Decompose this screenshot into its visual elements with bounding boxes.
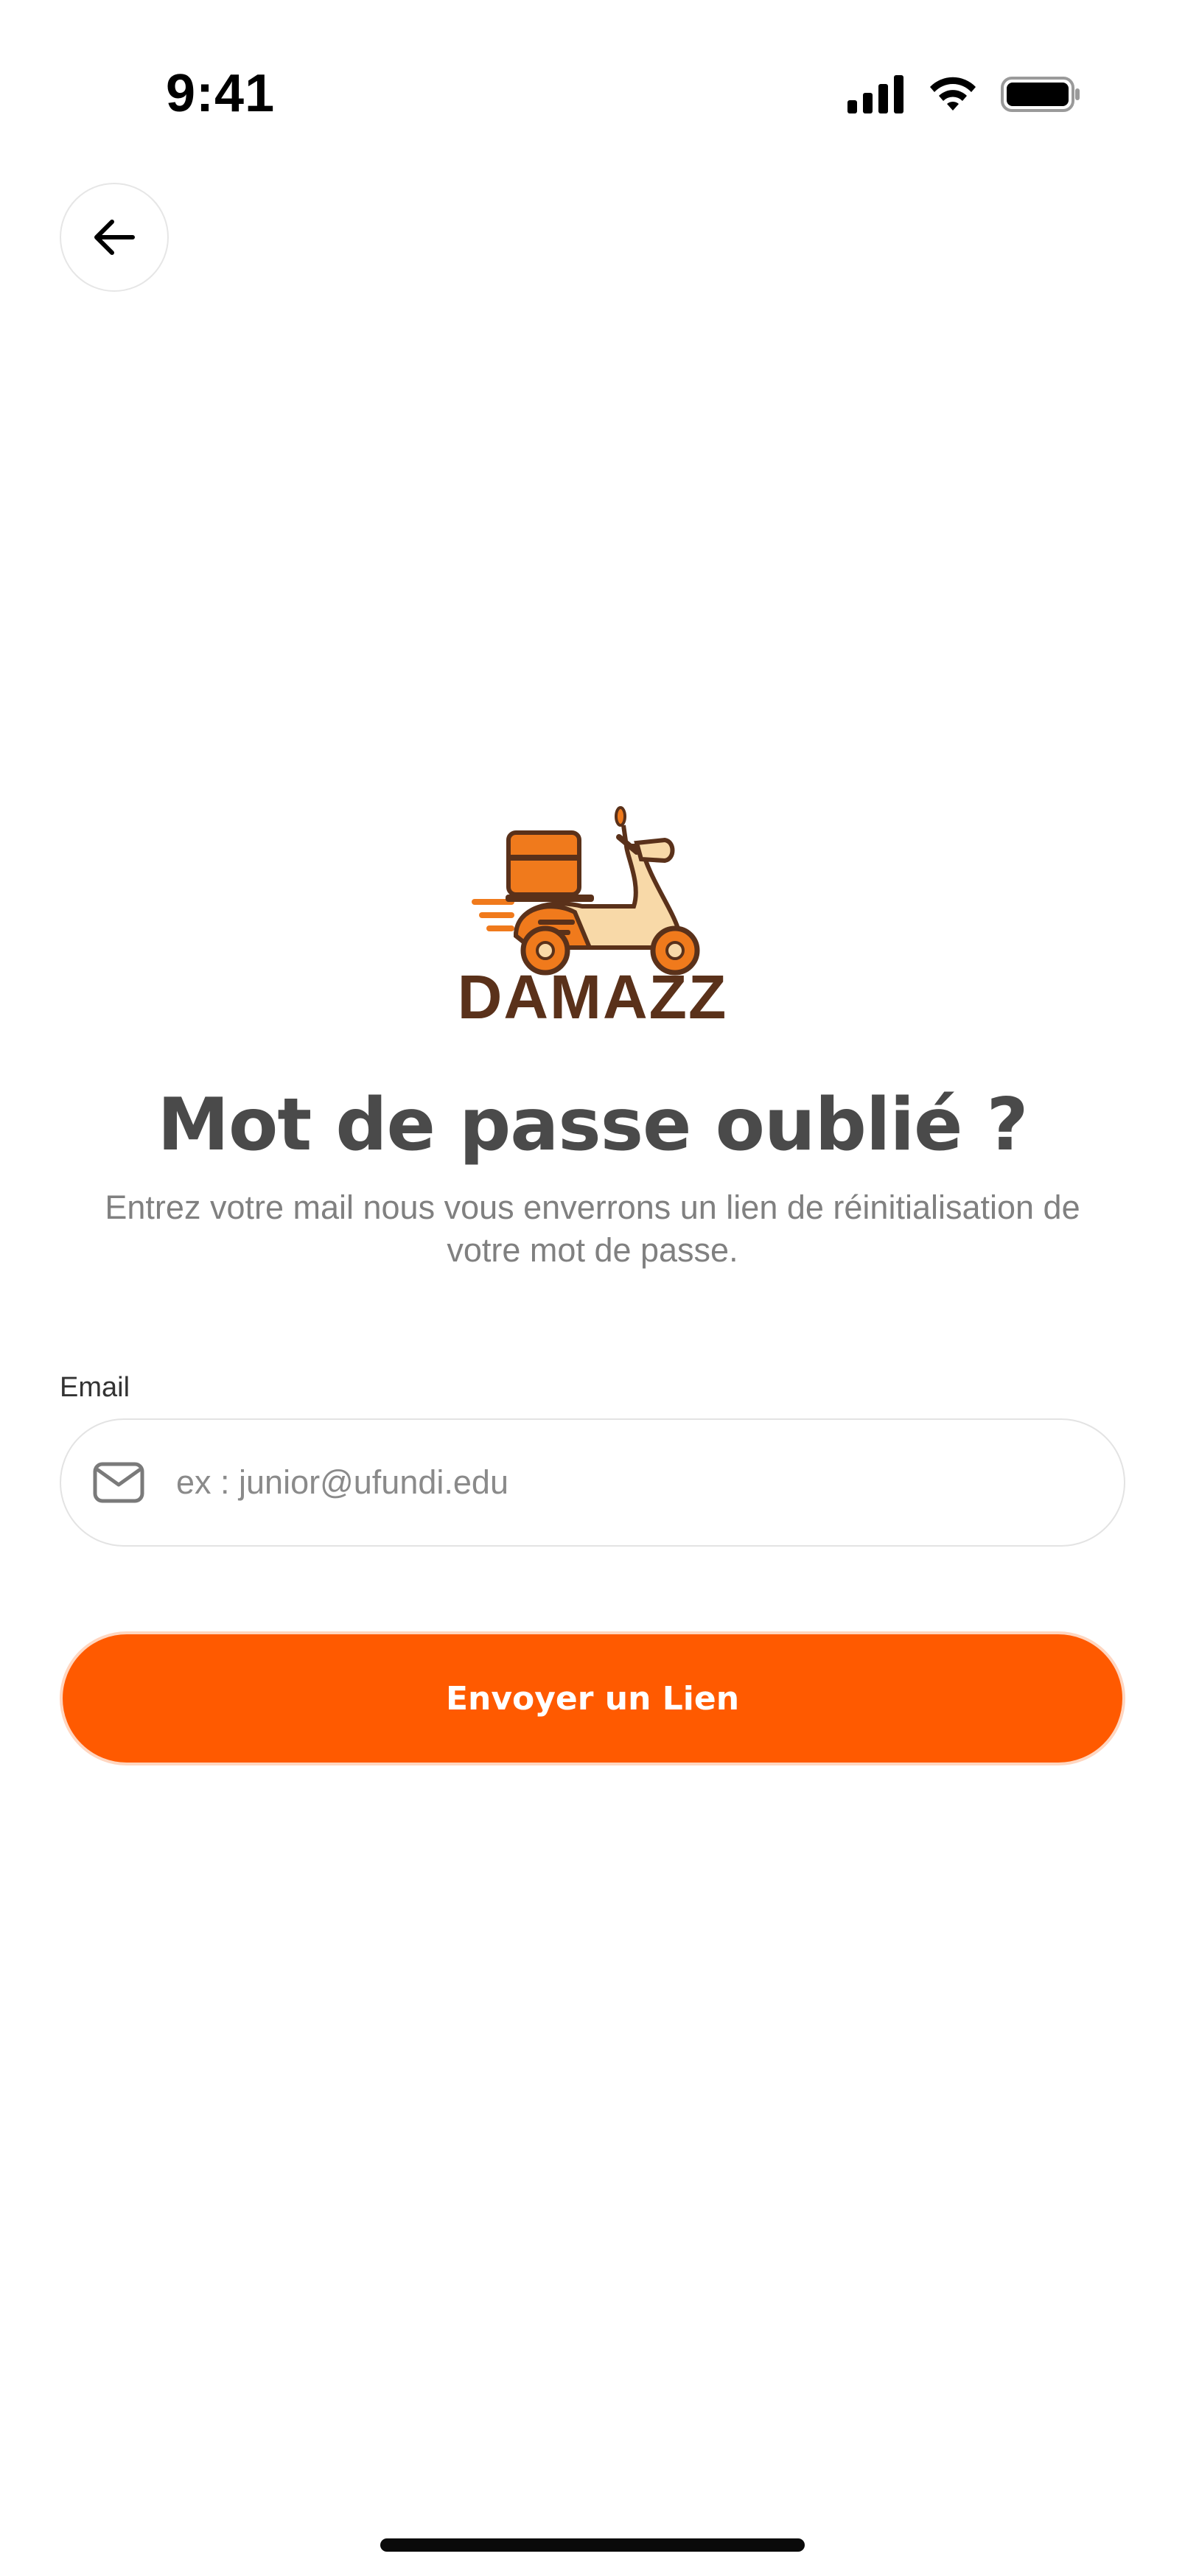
email-input[interactable]	[175, 1463, 1062, 1502]
page-title: Mot de passe oublié ?	[157, 1083, 1029, 1167]
brand-name: DAMAZZ	[457, 962, 728, 1032]
email-field[interactable]	[60, 1418, 1125, 1547]
page-subtitle: Entrez votre mail nous vous enverrons un…	[105, 1189, 1080, 1269]
battery-icon	[1001, 77, 1080, 112]
status-bar: 9:41	[0, 0, 1185, 147]
mail-icon	[93, 1462, 144, 1503]
back-button[interactable]	[60, 183, 169, 292]
send-link-button[interactable]: Envoyer un Lien	[60, 1631, 1125, 1765]
wifi-icon	[930, 77, 976, 111]
arrow-left-icon	[94, 220, 135, 255]
signal-icon	[847, 75, 903, 113]
email-label: Email	[60, 1372, 130, 1403]
status-icons	[847, 74, 1082, 115]
home-indicator	[380, 2538, 805, 2552]
status-time: 9:41	[166, 64, 276, 123]
